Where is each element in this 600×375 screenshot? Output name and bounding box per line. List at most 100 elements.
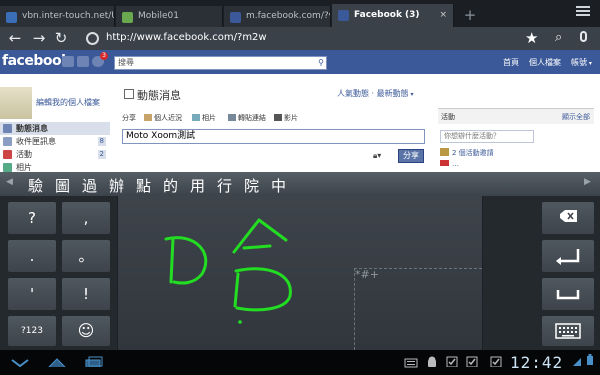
favicon-icon [338, 10, 349, 21]
events-title: 活動 [441, 113, 455, 121]
battery-icon [587, 354, 593, 365]
inbox-icon [3, 137, 12, 146]
mic-icon[interactable] [580, 31, 587, 42]
sidebar-item-news-feed[interactable]: 動態消息 [0, 122, 110, 135]
enter-key[interactable] [542, 240, 594, 272]
browser-tab-active[interactable]: Facebook (3) × [332, 4, 454, 27]
share-video-option[interactable]: 影片 [274, 113, 298, 123]
clock[interactable]: 12:42 [510, 353, 563, 372]
friend-requests-icon[interactable] [62, 56, 74, 67]
candidate-char[interactable]: 院 [244, 175, 259, 196]
enter-icon [556, 249, 580, 265]
event-item[interactable]: … [440, 160, 594, 166]
sidebar-item-label: 收件匣訊息 [16, 137, 56, 146]
search-placeholder: 搜尋 [118, 58, 134, 67]
key-emoji[interactable]: ☺ [62, 316, 110, 346]
candidate-char[interactable]: 行 [217, 175, 232, 196]
edit-profile-link[interactable]: 編輯我的個人檔案 [36, 97, 100, 108]
nav-account-link[interactable]: 帳號 ▾ [571, 57, 592, 68]
space-key[interactable] [542, 278, 594, 310]
sidebar-item-events[interactable]: 活動 2 [0, 148, 110, 161]
wifi-icon [573, 358, 581, 366]
candidate-char[interactable]: 的 [163, 175, 178, 196]
candidate-char[interactable]: 點 [136, 175, 151, 196]
close-tab-icon[interactable]: × [439, 4, 447, 27]
see-all-link[interactable]: 顯示全部 [562, 109, 590, 125]
facebook-logo[interactable]: facebook [2, 53, 70, 69]
browser-tab[interactable]: Mobile01 [116, 6, 223, 27]
notification-badge: 3 [100, 52, 108, 60]
share-status-option[interactable]: 個人近況 [144, 113, 182, 123]
feed-sort-link[interactable]: 人氣動態 · 最新動態 ▾ [337, 88, 414, 99]
privacy-lock-icon[interactable]: 🔒︎▾ [373, 151, 381, 161]
tab-title: vbn.inter-touch.net/UI/... [22, 11, 114, 21]
key-question[interactable]: ? [8, 202, 56, 234]
new-tab-button[interactable]: + [460, 6, 480, 26]
back-icon[interactable]: ← [6, 30, 24, 47]
nav-home-link[interactable]: 首頁 [503, 57, 519, 68]
news-feed-title: 動態消息 [137, 89, 181, 102]
bookmark-star-icon[interactable]: ★ [525, 29, 538, 47]
scroll-left-icon[interactable]: ◀ [6, 177, 13, 187]
favicon-icon [6, 12, 17, 23]
key-apostrophe[interactable]: ' [8, 278, 56, 310]
favicon-icon [230, 12, 241, 23]
status-input[interactable]: Moto Xoom測試 [122, 129, 425, 144]
keyboard-notification-icon [404, 358, 418, 368]
backspace-icon [560, 210, 577, 222]
event-search-input[interactable]: 你想辦什麼活動？ [440, 130, 534, 143]
sidebar-item-inbox[interactable]: 收件匣訊息 8 [0, 135, 110, 148]
news-feed-icon [3, 124, 12, 133]
candidate-char[interactable]: 過 [82, 175, 97, 196]
share-link-option[interactable]: 轉貼連結 [228, 113, 266, 123]
browser-tab[interactable]: m.facebook.com/?w2m... [224, 6, 331, 27]
candidate-char[interactable]: 中 [271, 175, 286, 196]
video-icon [274, 114, 282, 121]
left-sidebar: 動態消息 收件匣訊息 8 活動 2 相片 [0, 122, 110, 172]
messages-icon[interactable] [77, 56, 89, 67]
handwriting-pad[interactable]: *#+ [117, 196, 483, 350]
url-field[interactable]: http://www.facebook.com/?m2w [106, 32, 267, 43]
refresh-icon[interactable]: ↻ [52, 30, 70, 47]
key-symbols[interactable]: ?123 [8, 316, 56, 346]
candidate-char[interactable]: 辦 [109, 175, 124, 196]
share-button[interactable]: 分享 [398, 149, 424, 163]
facebook-page: facebook 3 搜尋 ⚲ 首頁 個人檔案 帳號 ▾ 編輯我的個人檔案 動態… [0, 50, 600, 172]
search-icon[interactable]: ⌕ [555, 30, 562, 45]
candidate-char[interactable]: 驗 [28, 175, 43, 196]
key-comma[interactable]: , [62, 202, 110, 234]
key-exclamation[interactable]: ! [62, 278, 110, 310]
scroll-right-icon[interactable]: ▶ [584, 177, 591, 187]
check-notification-icon [446, 356, 458, 367]
globe-icon [86, 32, 99, 45]
sidebar-item-label: 相片 [16, 163, 32, 172]
check-notification-icon [490, 356, 502, 367]
candidate-char[interactable]: 圖 [55, 175, 70, 196]
home-icon[interactable] [46, 356, 68, 367]
right-column: 活動 顯示全部 你想辦什麼活動？ 2 個活動邀請 … [438, 108, 594, 166]
nav-profile-link[interactable]: 個人檔案 [529, 57, 561, 68]
handwriting-keyboard: ? , . 。 ' ! ?123 ☺ *#+ [0, 196, 600, 350]
handwriting-ink [164, 218, 292, 324]
profile-picture[interactable] [0, 87, 32, 119]
recent-apps-icon[interactable] [84, 356, 104, 367]
count-badge: 2 [97, 150, 106, 159]
backspace-key[interactable] [542, 202, 594, 234]
events-heading: 活動 顯示全部 [438, 108, 594, 124]
event-icon [440, 160, 449, 166]
share-photo-option[interactable]: 相片 [192, 113, 216, 123]
event-invites-link[interactable]: 2 個活動邀請 [440, 148, 594, 158]
key-period[interactable]: . [8, 240, 56, 272]
search-icon[interactable]: ⚲ [318, 57, 324, 69]
browser-tab[interactable]: vbn.inter-touch.net/UI/... [0, 6, 115, 27]
facebook-search-input[interactable]: 搜尋 ⚲ [114, 56, 327, 70]
menu-icon[interactable] [576, 6, 590, 18]
key-ideographic-period[interactable]: 。 [62, 240, 110, 272]
forward-icon[interactable]: → [30, 30, 48, 47]
sidebar-item-photos[interactable]: 相片 [0, 161, 110, 172]
candidate-char[interactable]: 用 [190, 175, 205, 196]
keyboard-switch-key[interactable] [542, 316, 594, 346]
tab-title: Mobile01 [138, 11, 179, 21]
hide-keyboard-icon[interactable] [10, 358, 30, 369]
favicon-icon [122, 12, 133, 23]
